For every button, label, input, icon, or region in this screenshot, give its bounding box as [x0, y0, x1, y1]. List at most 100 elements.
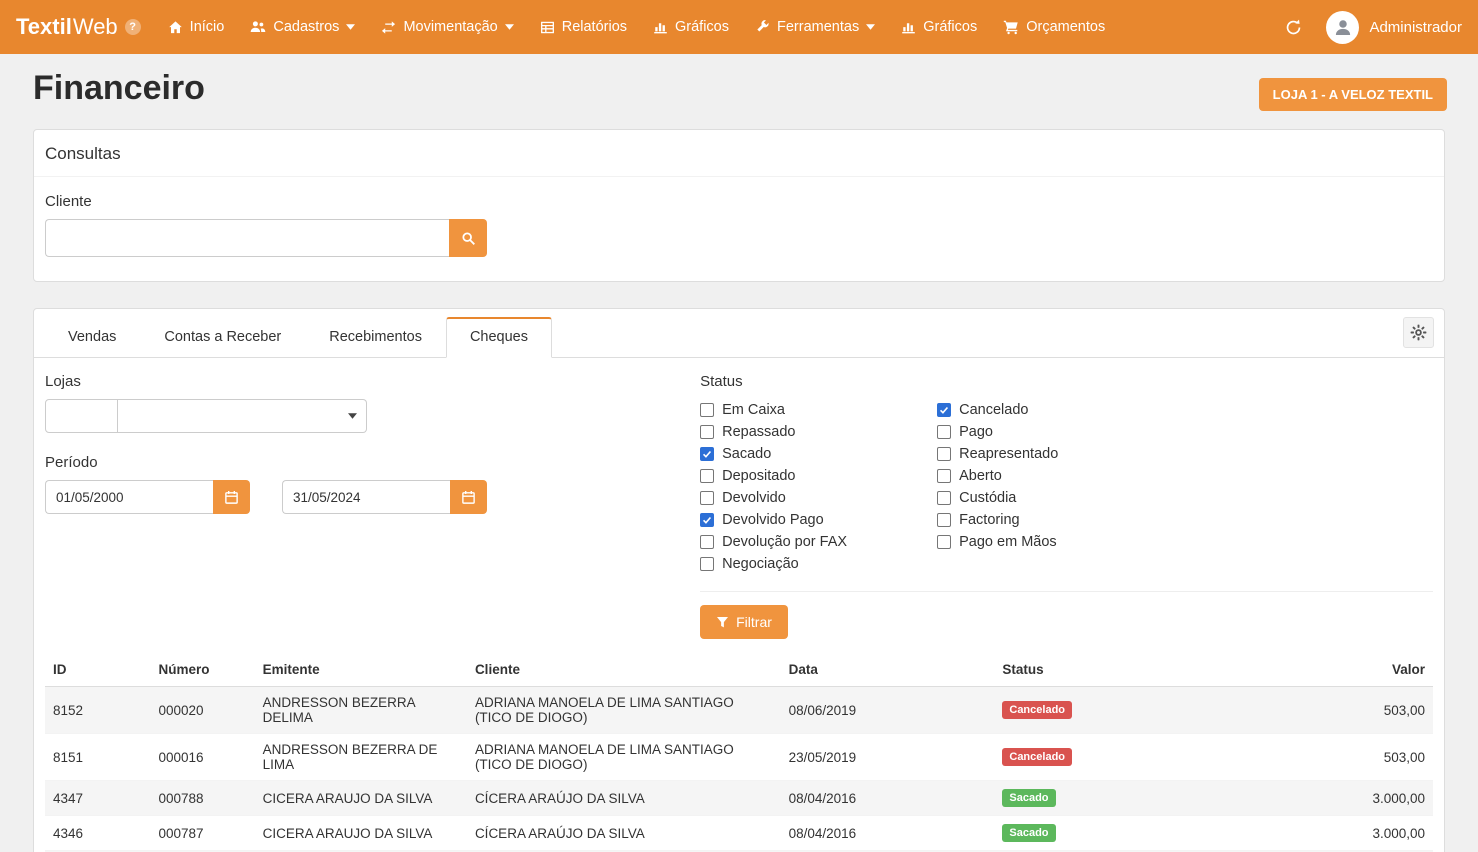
status-checkbox-devolucao-por-fax[interactable]: Devolução por FAX: [700, 531, 937, 553]
nav-item-inicio[interactable]: Início: [155, 0, 238, 54]
cell-id: 8152: [45, 687, 150, 734]
cell-data: 08/06/2019: [781, 687, 995, 734]
tab-recebimentos[interactable]: Recebimentos: [305, 317, 446, 357]
loja-code-input[interactable]: [45, 399, 118, 433]
column-header-emitente: Emitente: [255, 653, 467, 687]
status-checkbox-negociacao[interactable]: Negociação: [700, 553, 937, 575]
cell-emitente: ANDRESSON BEZERRA DE LIMA: [255, 734, 467, 781]
status-badge: Sacado: [1002, 789, 1055, 807]
table-row[interactable]: 8152000020ANDRESSON BEZERRA DELIMAADRIAN…: [45, 687, 1433, 734]
cell-valor: 503,00: [1269, 687, 1433, 734]
nav-item-label: Gráficos: [675, 19, 729, 35]
status-checkbox-aberto[interactable]: Aberto: [937, 465, 1058, 487]
tab-bar: VendasContas a ReceberRecebimentosCheque…: [34, 309, 1444, 358]
table-row[interactable]: 4347000788CICERA ARAUJO DA SILVACÍCERA A…: [45, 781, 1433, 816]
status-checkbox-repassado[interactable]: Repassado: [700, 421, 937, 443]
refresh-icon: [1285, 19, 1302, 36]
brand-name-secondary: Web: [73, 14, 118, 40]
cell-status: Sacado: [994, 816, 1269, 851]
nav-item-movimentacao[interactable]: Movimentação: [368, 0, 526, 54]
chart-icon: [653, 20, 668, 35]
nav-item-cadastros[interactable]: Cadastros: [237, 0, 368, 54]
tools-icon: [755, 20, 770, 35]
checkbox-unchecked-icon: [937, 535, 951, 549]
report-icon: [540, 20, 555, 35]
cell-cliente: ADRIANA MANOELA DE LIMA SANTIAGO (TICO D…: [467, 687, 781, 734]
exchange-icon: [381, 20, 396, 35]
tab-cheques[interactable]: Cheques: [446, 317, 552, 358]
status-checkbox-label: Em Caixa: [722, 402, 785, 418]
cell-numero: 000788: [150, 781, 254, 816]
cell-emitente: ANDRESSON BEZERRA DELIMA: [255, 687, 467, 734]
table-row[interactable]: 4346000787CICERA ARAUJO DA SILVACÍCERA A…: [45, 816, 1433, 851]
status-checkbox-label: Pago em Mãos: [959, 534, 1057, 550]
status-column-1: Em CaixaRepassadoSacadoDepositadoDevolvi…: [700, 399, 937, 575]
nav-item-relatorios[interactable]: Relatórios: [527, 0, 640, 54]
status-checkbox-em-caixa[interactable]: Em Caixa: [700, 399, 937, 421]
nav-item-graficos[interactable]: Gráficos: [640, 0, 742, 54]
cell-numero: 000020: [150, 687, 254, 734]
cell-cliente: CÍCERA ARAÚJO DA SILVA: [467, 816, 781, 851]
search-button[interactable]: [449, 219, 487, 257]
date-to-calendar-button[interactable]: [450, 480, 487, 514]
nav-item-orcamentos[interactable]: Orçamentos: [990, 0, 1118, 54]
periodo-label: Período: [45, 454, 700, 471]
caret-down-icon: [505, 24, 514, 30]
status-checkbox-cancelado[interactable]: Cancelado: [937, 399, 1058, 421]
cliente-label: Cliente: [45, 193, 1433, 210]
status-checkbox-depositado[interactable]: Depositado: [700, 465, 937, 487]
status-checkbox-sacado[interactable]: Sacado: [700, 443, 937, 465]
date-from-calendar-button[interactable]: [213, 480, 250, 514]
status-checkbox-custodia[interactable]: Custódia: [937, 487, 1058, 509]
loja-select[interactable]: [118, 399, 367, 433]
search-icon: [461, 231, 476, 246]
home-icon: [168, 20, 183, 35]
column-header-numero: Número: [150, 653, 254, 687]
status-checkbox-factoring[interactable]: Factoring: [937, 509, 1058, 531]
status-checkbox-label: Cancelado: [959, 402, 1028, 418]
status-checkbox-devolvido-pago[interactable]: Devolvido Pago: [700, 509, 937, 531]
cell-status: Cancelado: [994, 734, 1269, 781]
lojas-label: Lojas: [45, 373, 700, 390]
status-checkbox-reapresentado[interactable]: Reapresentado: [937, 443, 1058, 465]
table-row[interactable]: 8151000016ANDRESSON BEZERRA DE LIMAADRIA…: [45, 734, 1433, 781]
cart-icon: [1003, 19, 1019, 35]
caret-down-icon: [866, 24, 875, 30]
cell-cliente: ADRIANA MANOELA DE LIMA SANTIAGO (TICO D…: [467, 734, 781, 781]
date-from-input[interactable]: [45, 480, 213, 514]
nav-item-ferramentas[interactable]: Ferramentas: [742, 0, 888, 54]
filtrar-button[interactable]: Filtrar: [700, 605, 788, 639]
cliente-search-input[interactable]: [45, 219, 449, 257]
status-checkbox-devolvido[interactable]: Devolvido: [700, 487, 937, 509]
nav-item-label: Movimentação: [403, 19, 497, 35]
refresh-button[interactable]: [1271, 0, 1316, 54]
nav-item-label: Gráficos: [923, 19, 977, 35]
checkbox-unchecked-icon: [700, 403, 714, 417]
cell-id: 4346: [45, 816, 150, 851]
filtrar-button-label: Filtrar: [736, 614, 772, 630]
navbar-menu: InícioCadastros Movimentação Relatórios Grá…: [155, 0, 1119, 54]
nav-item-graficos[interactable]: Gráficos: [888, 0, 990, 54]
cell-numero: 000016: [150, 734, 254, 781]
filter-icon: [716, 616, 729, 629]
help-icon[interactable]: ?: [125, 19, 141, 35]
nav-item-label: Relatórios: [562, 19, 627, 35]
tab-vendas[interactable]: Vendas: [44, 317, 140, 357]
checkbox-unchecked-icon: [700, 491, 714, 505]
status-checkbox-pago[interactable]: Pago: [937, 421, 1058, 443]
column-header-id: ID: [45, 653, 150, 687]
nav-item-label: Ferramentas: [777, 19, 859, 35]
status-checkbox-label: Sacado: [722, 446, 771, 462]
status-checkbox-pago-em-maos[interactable]: Pago em Mãos: [937, 531, 1058, 553]
brand-logo[interactable]: Textil Web ?: [16, 14, 141, 40]
tab-contas-a-receber[interactable]: Contas a Receber: [140, 317, 305, 357]
column-header-data: Data: [781, 653, 995, 687]
consultas-panel: Consultas Cliente: [33, 129, 1445, 282]
status-column-2: Cancelado PagoReapresentadoAbertoCustódia…: [937, 399, 1058, 575]
checkbox-unchecked-icon: [700, 425, 714, 439]
avatar: [1326, 11, 1359, 44]
settings-button[interactable]: [1403, 317, 1434, 348]
user-menu[interactable]: Administrador: [1316, 11, 1462, 44]
store-button[interactable]: LOJA 1 - A VELOZ TEXTIL: [1259, 78, 1447, 111]
date-to-input[interactable]: [282, 480, 450, 514]
